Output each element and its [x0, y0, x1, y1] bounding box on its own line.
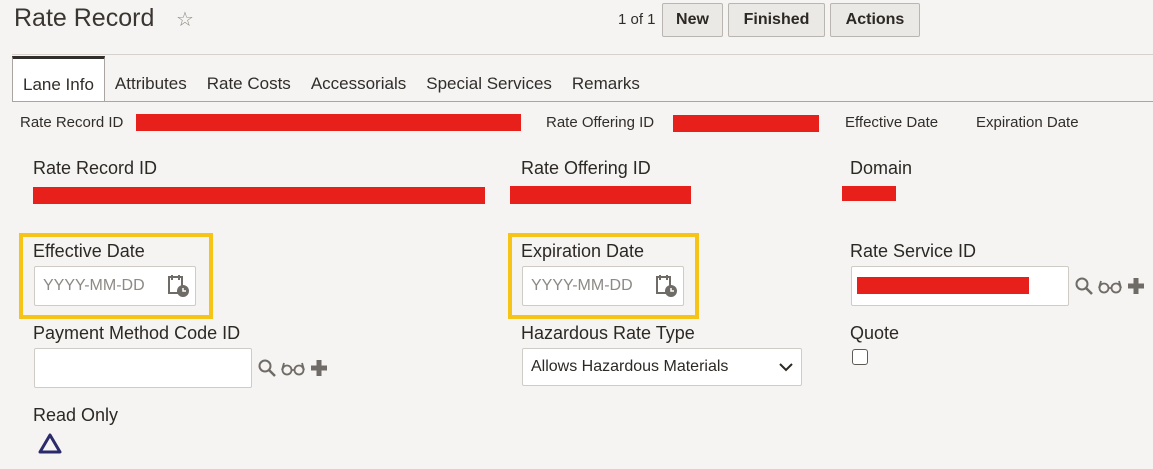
- page-title: Rate Record: [14, 4, 155, 32]
- redaction-bar: [510, 186, 691, 204]
- summary-effective-date-label: Effective Date: [845, 114, 939, 131]
- read-only-label: Read Only: [33, 405, 119, 425]
- actions-button[interactable]: Actions: [830, 3, 920, 37]
- redaction-bar: [673, 115, 819, 132]
- glasses-icon[interactable]: [280, 358, 306, 378]
- payment-method-code-id-label: Payment Method Code ID: [33, 323, 241, 343]
- quote-checkbox[interactable]: [852, 349, 868, 365]
- expiration-date-label: Expiration Date: [521, 241, 645, 261]
- header-divider: [12, 54, 1153, 55]
- effective-date-placeholder: YYYY-MM-DD: [43, 277, 145, 294]
- tab-rate-costs[interactable]: Rate Costs: [197, 56, 301, 102]
- rate-offering-id-label: Rate Offering ID: [521, 158, 651, 178]
- tab-accessorials[interactable]: Accessorials: [301, 56, 416, 102]
- effective-date-input[interactable]: YYYY-MM-DD: [34, 266, 196, 306]
- chevron-down-icon: [779, 363, 793, 372]
- hazardous-rate-type-select[interactable]: Allows Hazardous Materials: [522, 348, 802, 386]
- search-icon[interactable]: [257, 358, 277, 378]
- payment-method-code-id-input[interactable]: [34, 348, 252, 388]
- calendar-icon[interactable]: [167, 273, 191, 299]
- expiration-date-placeholder: YYYY-MM-DD: [531, 277, 633, 294]
- glasses-icon[interactable]: [1097, 276, 1123, 296]
- redaction-bar: [857, 277, 1029, 294]
- redaction-bar: [136, 114, 521, 131]
- triangle-icon: [38, 433, 62, 454]
- expiration-date-input[interactable]: YYYY-MM-DD: [522, 266, 684, 306]
- tab-lane-info[interactable]: Lane Info: [12, 56, 105, 102]
- finished-button[interactable]: Finished: [728, 3, 825, 37]
- tab-bar: Lane Info Attributes Rate Costs Accessor…: [12, 56, 650, 102]
- quote-label: Quote: [850, 323, 900, 343]
- calendar-icon[interactable]: [655, 273, 679, 299]
- payment-method-actions: [257, 358, 329, 378]
- tab-remarks[interactable]: Remarks: [562, 56, 650, 102]
- tab-special-services[interactable]: Special Services: [416, 56, 562, 102]
- tab-underline: [12, 101, 1153, 102]
- rate-service-id-actions: [1074, 276, 1146, 296]
- plus-icon[interactable]: [309, 358, 329, 378]
- search-icon[interactable]: [1074, 276, 1094, 296]
- star-icon[interactable]: ☆: [176, 7, 194, 32]
- redaction-bar: [33, 187, 485, 204]
- rate-service-id-label: Rate Service ID: [850, 241, 977, 261]
- hazardous-rate-type-label: Hazardous Rate Type: [521, 323, 695, 343]
- domain-label: Domain: [850, 158, 913, 178]
- new-button[interactable]: New: [662, 3, 723, 37]
- tab-attributes[interactable]: Attributes: [105, 56, 197, 102]
- summary-rate-offering-id-label: Rate Offering ID: [546, 114, 655, 131]
- summary-expiration-date-label: Expiration Date: [976, 114, 1079, 131]
- effective-date-label: Effective Date: [33, 241, 145, 261]
- plus-icon[interactable]: [1126, 276, 1146, 296]
- hazardous-rate-type-value: Allows Hazardous Materials: [531, 358, 729, 375]
- redaction-bar: [842, 186, 896, 201]
- pager-text: 1 of 1: [618, 11, 656, 28]
- rate-record-id-label: Rate Record ID: [33, 158, 158, 178]
- summary-rate-record-id-label: Rate Record ID: [20, 114, 124, 131]
